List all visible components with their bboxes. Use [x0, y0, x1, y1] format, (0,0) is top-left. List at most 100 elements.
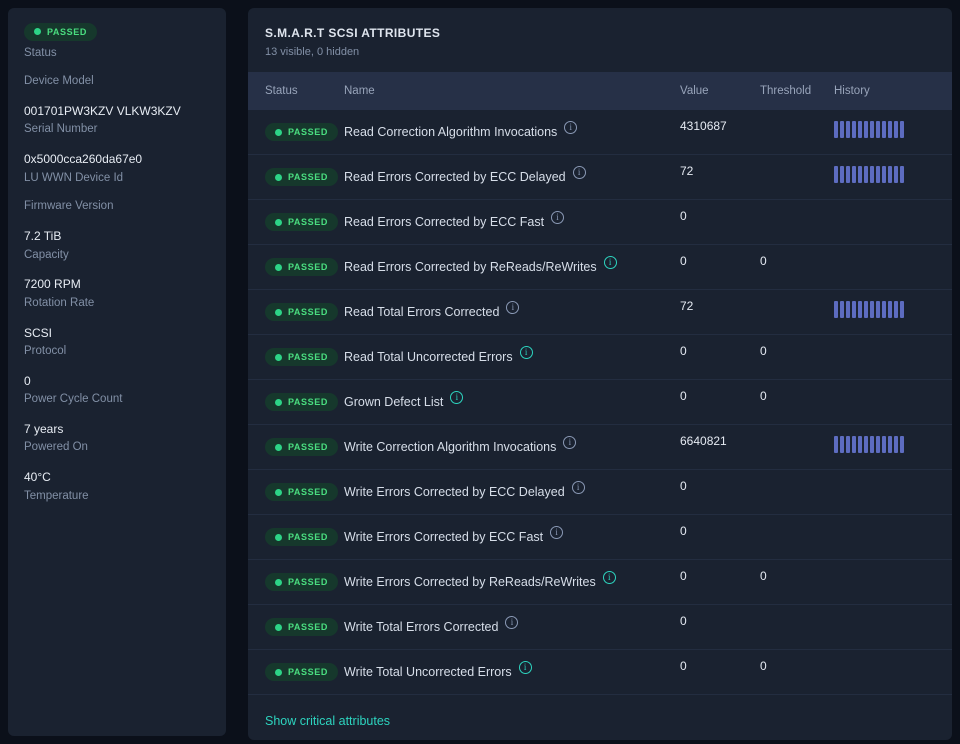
status-cell: PASSED: [265, 573, 344, 592]
history-bar: [882, 436, 886, 453]
status-dot-icon: [34, 28, 41, 35]
status-badge: PASSED: [265, 618, 338, 637]
attribute-value: 0: [680, 344, 687, 358]
history-bar: [900, 166, 904, 183]
column-header-history: History: [834, 85, 870, 97]
device-detail-item: Firmware Version: [24, 200, 210, 214]
table-row[interactable]: PASSED Read Errors Corrected by ECC Fast…: [248, 200, 952, 245]
attribute-threshold: [760, 605, 834, 614]
status-cell: PASSED: [265, 258, 344, 277]
device-detail-item: 40°C Temperature: [24, 470, 210, 503]
status-badge: PASSED: [265, 528, 338, 547]
table-row[interactable]: PASSED Read Errors Corrected by ECC Dela…: [248, 155, 952, 200]
attribute-name: Read Total Uncorrected Errors: [344, 350, 513, 364]
info-icon[interactable]: [571, 480, 585, 494]
attribute-threshold: [760, 290, 834, 299]
table-header-row: Status Name Value Threshold History: [248, 72, 952, 110]
table-row[interactable]: PASSED Write Errors Corrected by ReReads…: [248, 560, 952, 605]
status-cell: PASSED: [265, 303, 344, 322]
history-bar: [882, 166, 886, 183]
status-dot-icon: [275, 353, 282, 361]
table-row[interactable]: PASSED Write Errors Corrected by ECC Del…: [248, 470, 952, 515]
attribute-value: 4310687: [680, 119, 727, 133]
name-cell: Write Errors Corrected by ReReads/ReWrit…: [344, 570, 680, 589]
table-row[interactable]: PASSED Write Total Errors Corrected 0: [248, 605, 952, 650]
detail-label: Status: [24, 46, 57, 59]
info-icon[interactable]: [551, 210, 565, 224]
table-row[interactable]: PASSED Grown Defect List 0 0: [248, 380, 952, 425]
detail-label: Powered On: [24, 441, 88, 454]
info-icon[interactable]: [519, 345, 533, 359]
attribute-name: Read Errors Corrected by ECC Delayed: [344, 170, 566, 184]
attribute-name: Write Total Uncorrected Errors: [344, 665, 512, 679]
device-detail-item: 7 years Powered On: [24, 422, 210, 455]
info-icon[interactable]: [572, 165, 586, 179]
history-bar: [834, 301, 838, 318]
name-cell: Grown Defect List: [344, 390, 680, 409]
status-cell: PASSED: [265, 528, 344, 547]
status-badge: PASSED: [265, 123, 338, 142]
info-icon[interactable]: [563, 435, 577, 449]
history-bar: [870, 301, 874, 318]
detail-label: Firmware Version: [24, 200, 114, 213]
info-icon[interactable]: [450, 390, 464, 404]
attribute-name: Write Correction Algorithm Invocations: [344, 440, 557, 454]
history-cell: [834, 301, 952, 323]
history-bar: [858, 436, 862, 453]
attribute-name: Write Total Errors Corrected: [344, 620, 499, 634]
table-row[interactable]: PASSED Read Total Uncorrected Errors 0 0: [248, 335, 952, 380]
history-sparkline: [834, 301, 904, 318]
status-badge: PASSED: [265, 303, 338, 322]
table-footer: Show critical attributes: [248, 695, 952, 740]
history-bar: [852, 301, 856, 318]
detail-label: Capacity: [24, 248, 69, 261]
status-badge-label: PASSED: [288, 532, 328, 543]
table-row[interactable]: PASSED Write Total Uncorrected Errors 0 …: [248, 650, 952, 695]
info-icon[interactable]: [550, 525, 564, 539]
name-cell: Write Errors Corrected by ECC Delayed: [344, 480, 680, 499]
attribute-threshold: [760, 515, 834, 524]
attribute-threshold: 0: [760, 344, 767, 358]
table-row[interactable]: PASSED Read Total Errors Corrected 72: [248, 290, 952, 335]
history-bar: [846, 121, 850, 138]
table-row[interactable]: PASSED Write Correction Algorithm Invoca…: [248, 425, 952, 470]
attribute-name: Grown Defect List: [344, 395, 444, 409]
name-cell: Read Total Errors Corrected: [344, 300, 680, 319]
table-row[interactable]: PASSED Write Errors Corrected by ECC Fas…: [248, 515, 952, 560]
info-icon[interactable]: [506, 300, 520, 314]
history-bar: [900, 301, 904, 318]
show-critical-attributes-link[interactable]: Show critical attributes: [265, 714, 390, 728]
history-cell: [834, 528, 952, 546]
name-cell: Write Total Errors Corrected: [344, 615, 680, 634]
table-row[interactable]: PASSED Read Errors Corrected by ReReads/…: [248, 245, 952, 290]
table-row[interactable]: PASSED Read Correction Algorithm Invocat…: [248, 110, 952, 155]
history-bar: [876, 121, 880, 138]
status-badge-label: PASSED: [288, 622, 328, 633]
attribute-name: Write Errors Corrected by ECC Fast: [344, 530, 544, 544]
history-bar: [888, 301, 892, 318]
attribute-value: 0: [680, 209, 687, 223]
history-bar: [900, 121, 904, 138]
history-bar: [900, 436, 904, 453]
name-cell: Read Correction Algorithm Invocations: [344, 120, 680, 139]
history-bar: [858, 301, 862, 318]
status-cell: PASSED: [265, 393, 344, 412]
status-badge: PASSED: [265, 168, 338, 187]
history-bar: [894, 166, 898, 183]
history-sparkline: [834, 436, 904, 453]
info-icon[interactable]: [518, 660, 532, 674]
history-bar: [894, 436, 898, 453]
device-detail-item: 7.2 TiB Capacity: [24, 229, 210, 262]
page: PASSED Status Device Model 001701PW3KZV VLK…: [0, 0, 960, 744]
info-icon[interactable]: [505, 615, 519, 629]
info-icon[interactable]: [602, 570, 616, 584]
history-bar: [888, 121, 892, 138]
attribute-value: 0: [680, 254, 687, 268]
status-badge-label: PASSED: [47, 26, 87, 37]
status-dot-icon: [275, 443, 282, 451]
info-icon[interactable]: [564, 120, 578, 134]
info-icon[interactable]: [603, 255, 617, 269]
detail-value: 40°C: [24, 470, 51, 485]
device-detail-item: SCSI Protocol: [24, 326, 210, 359]
status-badge-label: PASSED: [288, 442, 328, 453]
